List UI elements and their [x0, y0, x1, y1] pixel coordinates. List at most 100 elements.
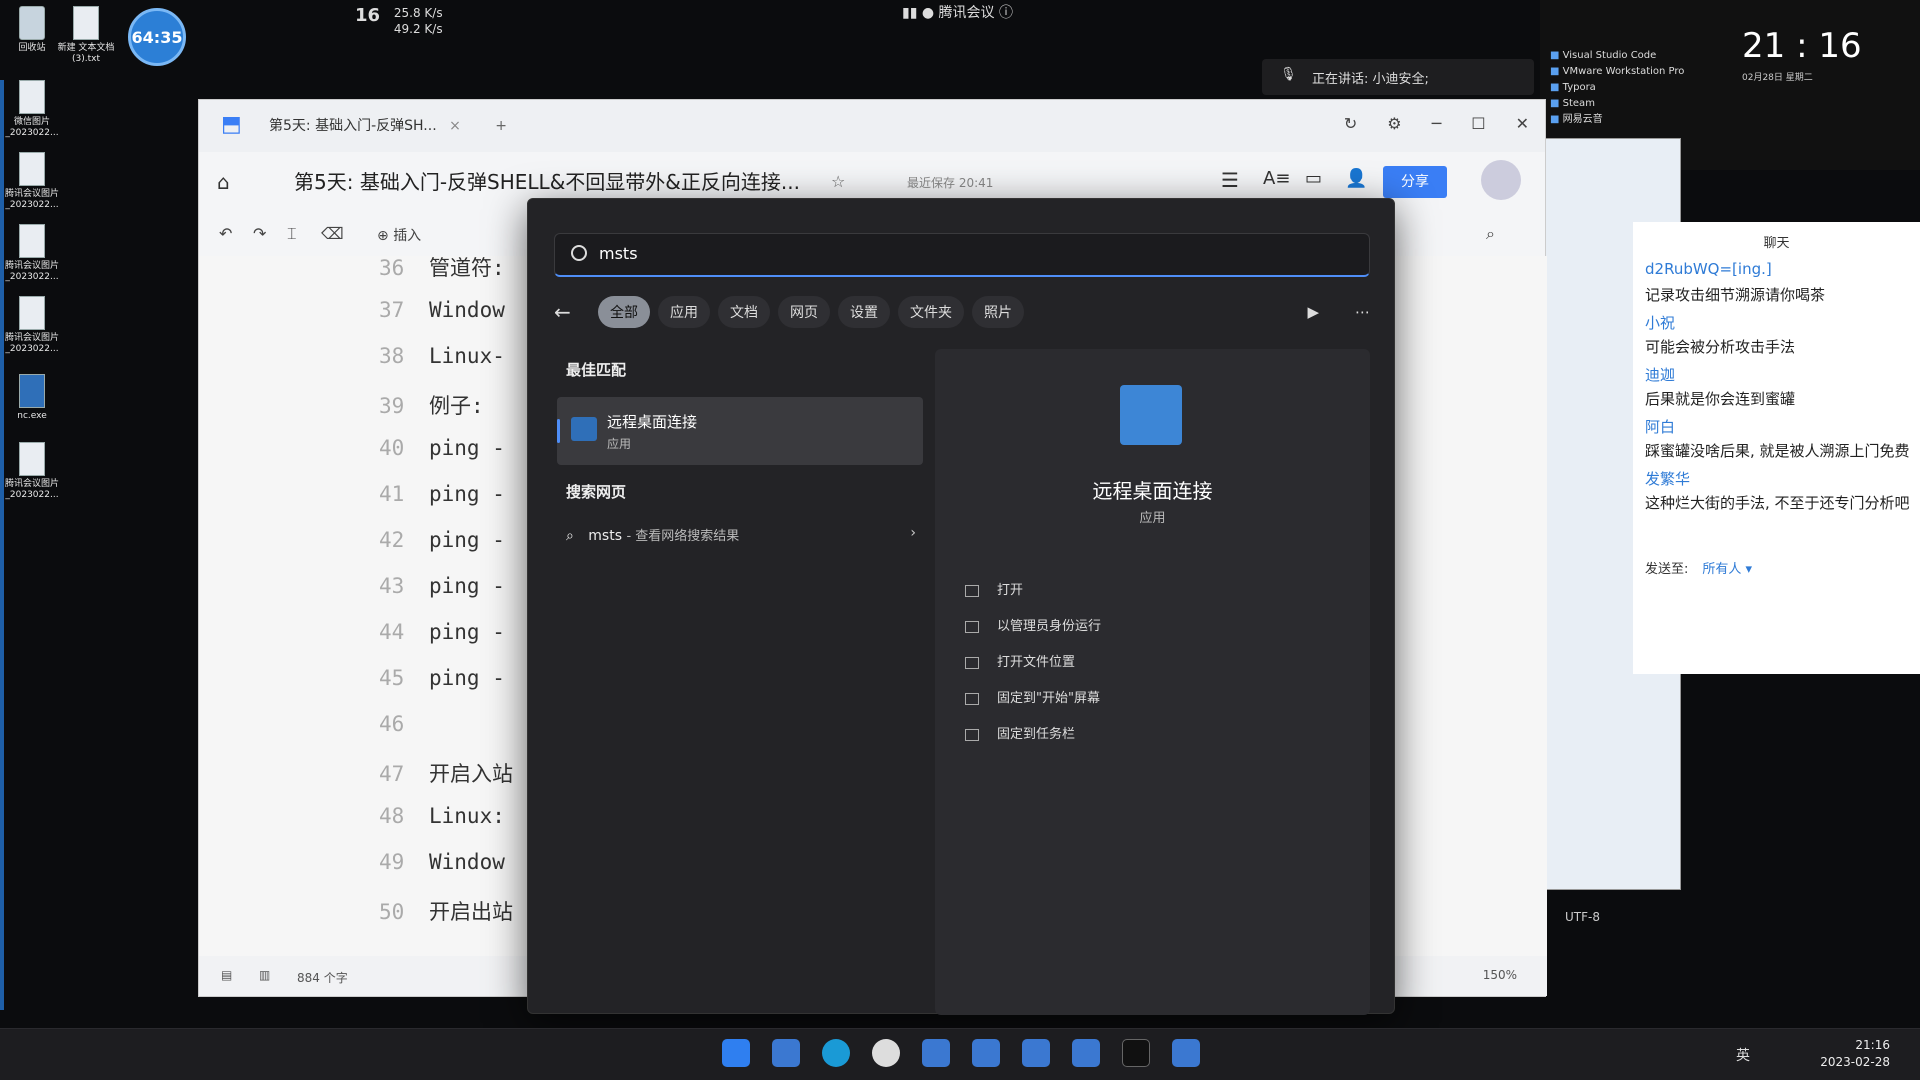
image-file-icon — [19, 296, 45, 330]
search-box[interactable] — [554, 233, 1370, 277]
action-pin-start[interactable]: 固定到"开始"屏幕 — [965, 687, 1100, 706]
format-painter-icon[interactable]: ⌶ — [287, 224, 297, 244]
meeting-label: 腾讯会议 — [938, 5, 995, 21]
input-language[interactable]: 英 — [1736, 1048, 1750, 1064]
best-match-result[interactable]: 远程桌面连接 应用 — [557, 397, 923, 465]
action-open[interactable]: 打开 — [965, 579, 1023, 598]
menu-icon[interactable]: ☰ — [1221, 168, 1239, 192]
app-list-item[interactable]: Steam — [1550, 96, 1684, 112]
chrome-icon[interactable] — [872, 1039, 900, 1067]
code-line: 44 ping - — [379, 620, 505, 644]
image-file-icon — [19, 152, 45, 186]
share-button[interactable]: 分享 — [1383, 166, 1447, 198]
desktop-file-icon[interactable]: 腾讯会议图片_2023022... — [2, 442, 62, 501]
app-logo-icon: ⬒ — [221, 112, 242, 137]
meeting-indicator[interactable]: ▮▮ ● 腾讯会议 ⓘ — [902, 2, 1013, 22]
collaborators-icon[interactable]: 👤 — [1345, 168, 1367, 189]
terminal-icon[interactable] — [1122, 1039, 1150, 1067]
filter-all[interactable]: 全部 — [598, 296, 650, 328]
home-icon[interactable]: ⌂ — [217, 170, 230, 194]
speaking-label: 正在讲话: 小迪安全; — [1312, 72, 1429, 87]
filter-folders[interactable]: 文件夹 — [898, 296, 964, 328]
desktop-icon-label: 腾讯会议图片_2023022... — [4, 333, 59, 354]
image-file-icon — [19, 442, 45, 476]
avatar[interactable] — [1481, 160, 1521, 200]
steam-icon[interactable] — [1022, 1039, 1050, 1067]
close-icon[interactable]: ✕ — [1516, 114, 1529, 133]
file-explorer-icon[interactable] — [772, 1039, 800, 1067]
action-pin-taskbar[interactable]: 固定到任务栏 — [965, 723, 1075, 742]
image-file-icon — [19, 224, 45, 258]
refresh-icon[interactable]: ↻ — [1344, 114, 1357, 133]
insert-button[interactable]: ⊕ 插入 — [377, 225, 421, 245]
taskbar-apps — [722, 1039, 1200, 1067]
meeting-app-icon[interactable] — [972, 1039, 1000, 1067]
filter-settings[interactable]: 设置 — [838, 296, 890, 328]
settings-icon[interactable]: ⚙ — [1387, 114, 1401, 133]
recycle-bin-icon[interactable]: 回收站 — [2, 6, 62, 54]
back-arrow-icon[interactable]: ← — [554, 300, 584, 324]
app-list-item[interactable]: Visual Studio Code — [1550, 48, 1684, 64]
notepad-icon[interactable] — [1172, 1039, 1200, 1067]
redo-icon[interactable]: ↷ — [253, 224, 266, 243]
desktop-icon-label: 腾讯会议图片_2023022... — [4, 261, 59, 282]
outline-icon[interactable]: ▤ — [221, 968, 232, 982]
start-icon[interactable] — [722, 1039, 750, 1067]
minimize-icon[interactable]: ─ — [1432, 114, 1442, 133]
zoom-level[interactable]: 150% — [1483, 968, 1517, 982]
action-open-location[interactable]: 打开文件位置 — [965, 651, 1075, 670]
app-list-item[interactable]: VMware Workstation Pro — [1550, 64, 1685, 80]
desktop-file-icon[interactable]: 腾讯会议图片_2023022... — [2, 296, 62, 355]
exe-file-icon — [19, 374, 45, 408]
note-app-icon[interactable] — [922, 1039, 950, 1067]
web-search-result[interactable]: ⌕ msts - 查看网络搜索结果 › — [566, 525, 916, 544]
edge-icon[interactable] — [822, 1039, 850, 1067]
action-run-as-admin[interactable]: 以管理员身份运行 — [965, 615, 1101, 634]
layout-icon[interactable]: ▥ — [259, 968, 270, 982]
chat-message: 记录攻击细节溯源请你喝茶 — [1645, 286, 1826, 304]
taskbar-time: 21:16 — [1855, 1038, 1890, 1052]
desktop-file-icon[interactable]: 微信图片_2023022... — [2, 80, 62, 139]
desktop-edge-bar — [0, 80, 4, 1010]
undo-icon[interactable]: ↶ — [219, 224, 232, 243]
search-icon[interactable]: ⌕ — [1486, 224, 1495, 244]
taskbar-clock[interactable]: 21:16 2023-02-28 — [1820, 1037, 1890, 1071]
desktop-file-icon[interactable]: 新建 文本文档 (3).txt — [56, 6, 116, 65]
word-count[interactable]: 884 个字 — [297, 969, 348, 986]
desktop-file-icon[interactable]: nc.exe — [2, 374, 62, 422]
filter-photos[interactable]: 照片 — [972, 296, 1024, 328]
send-to-dropdown[interactable]: 所有人 ▾ — [1702, 562, 1752, 577]
image-file-icon — [19, 80, 45, 114]
result-kind: 应用 — [607, 437, 632, 451]
close-tab-icon[interactable]: × — [449, 118, 461, 134]
document-title: 第5天: 基础入门-反弹SHELL&不回显带外&正反向连接... — [294, 170, 800, 194]
microphone-icon: 🎙 — [1280, 67, 1297, 82]
net-down: 49.2 K/s — [393, 22, 443, 36]
desktop-icon-label: nc.exe — [17, 411, 47, 421]
search-input[interactable] — [599, 244, 1299, 263]
present-icon[interactable]: ▭ — [1305, 168, 1322, 189]
vmware-icon[interactable] — [1072, 1039, 1100, 1067]
new-tab-icon[interactable]: + — [495, 118, 507, 134]
desktop-icon-label: 腾讯会议图片_2023022... — [4, 189, 59, 210]
document-tab[interactable]: 第5天: 基础入门-反弹SH... × + — [269, 115, 507, 135]
app-list-item[interactable]: Typora — [1550, 80, 1684, 96]
desktop-clock-date: 02月28日 星期二 — [1742, 73, 1813, 83]
recording-timer[interactable]: 64:35 — [128, 8, 186, 66]
filter-web[interactable]: 网页 — [778, 296, 830, 328]
desktop-file-icon[interactable]: 腾讯会议图片_2023022... — [2, 224, 62, 283]
eraser-icon[interactable]: ⌫ — [321, 224, 344, 243]
font-size-icon[interactable]: A≡ — [1263, 168, 1290, 189]
chevron-right-icon: › — [910, 525, 916, 541]
maximize-icon[interactable]: ☐ — [1471, 114, 1485, 133]
more-icon[interactable]: ⋯ — [1355, 303, 1370, 321]
desktop-file-icon[interactable]: 腾讯会议图片_2023022... — [2, 152, 62, 211]
chat-message: 后果就是你会连到蜜罐 — [1645, 390, 1796, 408]
play-icon[interactable]: ▶ — [1307, 303, 1319, 321]
filter-documents[interactable]: 文档 — [718, 296, 770, 328]
star-icon[interactable]: ☆ — [831, 172, 845, 191]
best-match-heading: 最佳匹配 — [566, 361, 627, 379]
app-list-item[interactable]: 网易云音 — [1550, 112, 1684, 128]
filter-apps[interactable]: 应用 — [658, 296, 710, 328]
code-line: 46 — [379, 712, 405, 736]
